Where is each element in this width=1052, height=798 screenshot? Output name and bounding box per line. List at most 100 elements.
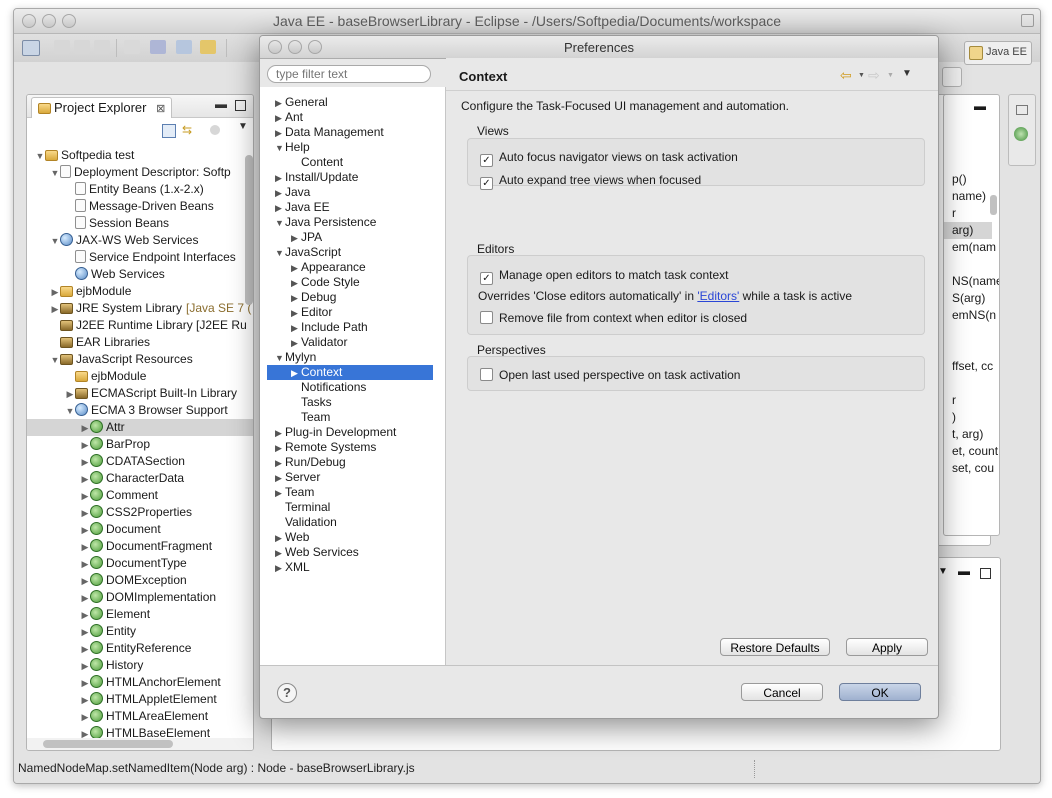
preference-tree-item[interactable]: ▶ Appearance [267, 260, 433, 275]
view-menu-icon[interactable]: ▼ [938, 566, 948, 577]
preference-tree-item[interactable]: ▼JavaScript [267, 245, 433, 260]
skip-breakpoints-icon[interactable] [150, 40, 166, 54]
tree-item[interactable]: ▶ Entity [27, 623, 253, 640]
collapsed-triangle-icon[interactable]: ▶ [291, 276, 301, 291]
tree-item[interactable]: ▶ BarProp [27, 436, 253, 453]
preference-tree-item[interactable]: ▶ Remote Systems [267, 440, 433, 455]
preference-tree-item[interactable]: ▶ Plug-in Development [267, 425, 433, 440]
perspective-switcher[interactable]: Java EE [964, 41, 1032, 65]
maximize-view-icon[interactable] [235, 100, 246, 111]
collapsed-triangle-icon[interactable]: ▶ [80, 437, 90, 454]
forward-dropdown-icon[interactable]: ▼ [887, 72, 894, 79]
outline-item[interactable]: S(arg) [952, 290, 985, 307]
preference-tree-item[interactable]: ▼Help [267, 140, 433, 155]
outline-item[interactable]: arg) [944, 222, 992, 239]
collapsed-triangle-icon[interactable]: ▶ [275, 126, 285, 141]
auto-focus-checkbox[interactable]: ✓ [480, 154, 493, 167]
tree-item[interactable]: ▶ Comment [27, 487, 253, 504]
collapsed-triangle-icon[interactable]: ▶ [275, 471, 285, 486]
preference-tree-item[interactable]: ▶ XML [267, 560, 433, 575]
link-with-editor-icon[interactable]: ⇆ [182, 124, 196, 136]
collapsed-triangle-icon[interactable]: ▶ [275, 426, 285, 441]
outline-item[interactable]: r [952, 205, 956, 222]
expanded-triangle-icon[interactable]: ▼ [275, 351, 285, 366]
view-menu-icon[interactable]: ▼ [238, 121, 248, 132]
preference-tree-item[interactable]: Content [267, 155, 433, 170]
tree-item[interactable]: ▶ DOMException [27, 572, 253, 589]
tree-item[interactable]: ▼ Deployment Descriptor: Softp [27, 164, 253, 181]
preference-tree-item[interactable]: ▶ Web Services [267, 545, 433, 560]
collapsed-triangle-icon[interactable]: ▶ [291, 261, 301, 276]
preference-tree-item[interactable]: ▶ Team [267, 485, 433, 500]
tree-item[interactable]: J2EE Runtime Library [J2EE Ru [27, 317, 253, 334]
tree-item[interactable]: ▶ DOMImplementation [27, 589, 253, 606]
ok-button[interactable]: OK [839, 683, 921, 701]
tree-item[interactable]: ▶ HTMLAreaElement [27, 708, 253, 725]
back-dropdown-icon[interactable]: ▼ [858, 72, 865, 79]
outline-minimize-icon[interactable]: ▬ [974, 99, 986, 113]
minimize-view-icon[interactable]: ▬ [958, 564, 970, 578]
collapsed-triangle-icon[interactable]: ▶ [291, 306, 301, 321]
collapsed-triangle-icon[interactable]: ▶ [80, 420, 90, 437]
manage-editors-option[interactable]: ✓ Manage open editors to match task conte… [480, 267, 728, 285]
minimize-view-icon[interactable]: ▬ [215, 97, 227, 111]
outline-item[interactable]: name) [952, 188, 986, 205]
remove-file-checkbox[interactable] [480, 311, 493, 324]
open-task-icon[interactable] [200, 40, 216, 54]
task-list-icon[interactable] [1014, 127, 1028, 141]
tree-item[interactable]: ▶ Element [27, 606, 253, 623]
outline-item[interactable]: set, cou [952, 460, 994, 477]
preference-tree-item[interactable]: ▶ General [267, 95, 433, 110]
tree-item[interactable]: ▶ Attr [27, 419, 253, 436]
tree-item[interactable]: ▶ CSS2Properties [27, 504, 253, 521]
fullscreen-icon[interactable] [1021, 14, 1034, 27]
filter-icon[interactable] [210, 125, 220, 135]
collapsed-triangle-icon[interactable]: ▶ [50, 284, 60, 301]
collapsed-triangle-icon[interactable]: ▶ [275, 561, 285, 576]
collapsed-triangle-icon[interactable]: ▶ [80, 522, 90, 539]
preference-tree-item[interactable]: Validation [267, 515, 433, 530]
auto-focus-option[interactable]: ✓ Auto focus navigator views on task acti… [480, 149, 738, 167]
outline-item[interactable]: emNS(n [952, 307, 996, 324]
collapsed-triangle-icon[interactable]: ▶ [80, 658, 90, 675]
collapsed-triangle-icon[interactable]: ▶ [275, 456, 285, 471]
collapsed-triangle-icon[interactable]: ▶ [80, 675, 90, 692]
cancel-button[interactable]: Cancel [741, 683, 823, 701]
explorer-vertical-scrollbar[interactable] [245, 155, 253, 305]
preference-tree-item[interactable]: ▶ Validator [267, 335, 433, 350]
preference-tree-item[interactable]: ▼Java Persistence [267, 215, 433, 230]
tree-item[interactable]: ▼ JavaScript Resources [27, 351, 253, 368]
preference-tree-item[interactable]: ▶ Web [267, 530, 433, 545]
tree-item[interactable]: ▼ Softpedia test [27, 147, 253, 164]
tree-item[interactable]: ▶ JRE System Library [Java SE 7 ( [27, 300, 253, 317]
expanded-triangle-icon[interactable]: ▼ [275, 246, 285, 261]
collapsed-triangle-icon[interactable]: ▶ [80, 573, 90, 590]
collapsed-triangle-icon[interactable]: ▶ [50, 301, 60, 318]
collapsed-triangle-icon[interactable]: ▶ [80, 590, 90, 607]
preference-tree-item[interactable]: Tasks [267, 395, 433, 410]
collapsed-triangle-icon[interactable]: ▶ [275, 186, 285, 201]
remove-file-option[interactable]: Remove file from context when editor is … [480, 310, 747, 326]
preference-tree-item[interactable]: ▶ Java EE [267, 200, 433, 215]
restore-defaults-button[interactable]: Restore Defaults [720, 638, 830, 656]
outline-item[interactable]: p() [952, 171, 967, 188]
auto-expand-checkbox[interactable]: ✓ [480, 177, 493, 190]
collapsed-triangle-icon[interactable]: ▶ [275, 96, 285, 111]
collapsed-triangle-icon[interactable]: ▶ [80, 454, 90, 471]
outline-scrollbar[interactable] [990, 195, 997, 215]
tree-item[interactable]: ▶ ECMAScript Built-In Library [27, 385, 253, 402]
preference-tree-item[interactable]: Terminal [267, 500, 433, 515]
tree-item[interactable]: ▶ Document [27, 521, 253, 538]
tree-item[interactable]: ▶ DocumentFragment [27, 538, 253, 555]
tree-item[interactable]: ▶ ejbModule [27, 283, 253, 300]
apply-button[interactable]: Apply [846, 638, 928, 656]
manage-editors-checkbox[interactable]: ✓ [480, 272, 493, 285]
outline-item[interactable]: em(nam [952, 239, 996, 256]
project-explorer-tab[interactable]: Project Explorer ⊠ [31, 97, 173, 118]
tree-item[interactable]: ▶ DocumentType [27, 555, 253, 572]
preference-tree-item[interactable]: ▶ Data Management [267, 125, 433, 140]
expanded-triangle-icon[interactable]: ▼ [50, 352, 60, 369]
collapsed-triangle-icon[interactable]: ▶ [275, 111, 285, 126]
restore-icon[interactable] [1016, 105, 1028, 115]
preference-tree-item[interactable]: ▶ Ant [267, 110, 433, 125]
